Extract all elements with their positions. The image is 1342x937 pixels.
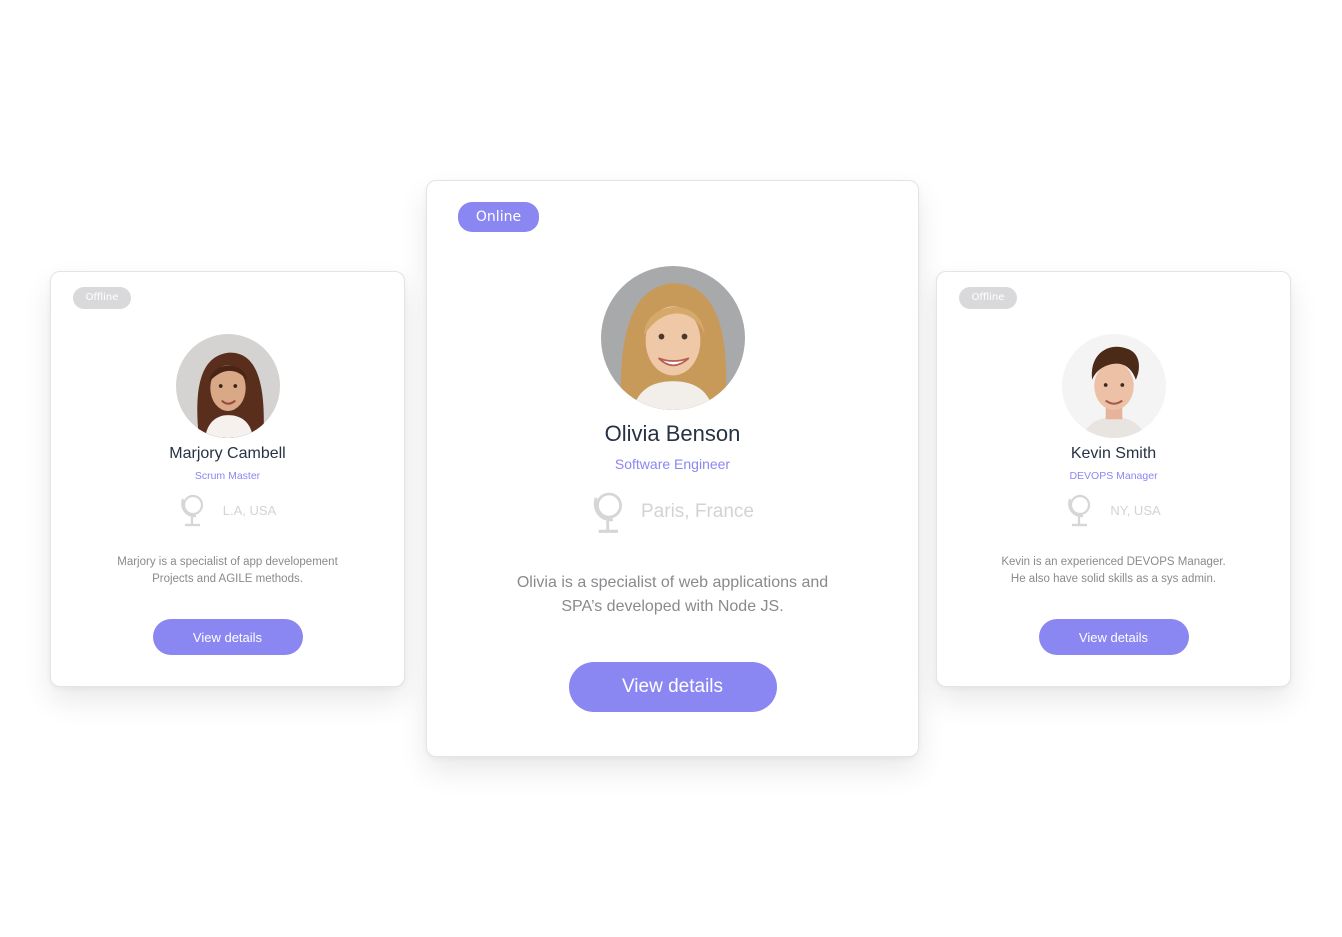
description-line-2: SPA’s developed with Node JS. xyxy=(561,598,784,615)
status-badge-offline: Offline xyxy=(73,287,131,309)
profile-card-marjory: Offline Marjory Cambell Scrum Master L.A… xyxy=(50,271,405,687)
person-role: Scrum Master xyxy=(194,470,261,482)
person-description: Marjory is a specialist of app developem… xyxy=(51,554,404,588)
globe-icon xyxy=(1068,494,1091,527)
description-line-2: He also have solid skills as a sys admin… xyxy=(1010,573,1217,585)
person-name: Marjory Cambell xyxy=(169,445,286,462)
location-row: L.A, USA xyxy=(51,493,404,527)
status-badge-offline: Offline xyxy=(959,287,1017,309)
person-role: Software Engineer xyxy=(614,456,731,472)
location-row: NY, USA xyxy=(937,493,1290,527)
view-details-button[interactable]: View details xyxy=(1038,619,1189,655)
globe-icon xyxy=(593,492,622,533)
avatar-kevin xyxy=(1061,334,1166,438)
person-description: Olivia is a specialist of web applicatio… xyxy=(427,571,918,619)
location-text: Paris, France xyxy=(641,501,754,522)
person-role: DEVOPS Manager xyxy=(1069,470,1158,482)
view-details-button[interactable]: View details xyxy=(152,619,303,655)
view-details-button[interactable]: View details xyxy=(568,662,777,712)
person-name: Olivia Benson xyxy=(604,421,741,446)
profile-card-kevin: Offline Kevin Smith DEVOPS Manager NY, U… xyxy=(936,271,1291,687)
location-row: Paris, France xyxy=(427,489,918,535)
description-line-1: Olivia is a specialist of web applicatio… xyxy=(516,574,829,591)
avatar-marjory xyxy=(175,334,280,438)
description-line-1: Marjory is a specialist of app developem… xyxy=(117,556,338,568)
profile-cards-stage: Offline Marjory Cambell Scrum Master L.A… xyxy=(0,0,1342,937)
location-text: L.A, USA xyxy=(222,502,277,518)
person-name: Kevin Smith xyxy=(1070,445,1157,462)
person-description: Kevin is an experienced DEVOPS Manager. … xyxy=(937,554,1290,588)
avatar-olivia xyxy=(600,266,745,410)
location-text: NY, USA xyxy=(1110,502,1161,518)
description-line-1: Kevin is an experienced DEVOPS Manager. xyxy=(1001,556,1226,568)
globe-icon xyxy=(180,494,203,527)
status-badge-online: Online xyxy=(458,202,539,232)
profile-card-olivia: Online Olivia Benson Software Engineer P… xyxy=(426,180,919,757)
description-line-2: Projects and AGILE methods. xyxy=(152,573,303,585)
